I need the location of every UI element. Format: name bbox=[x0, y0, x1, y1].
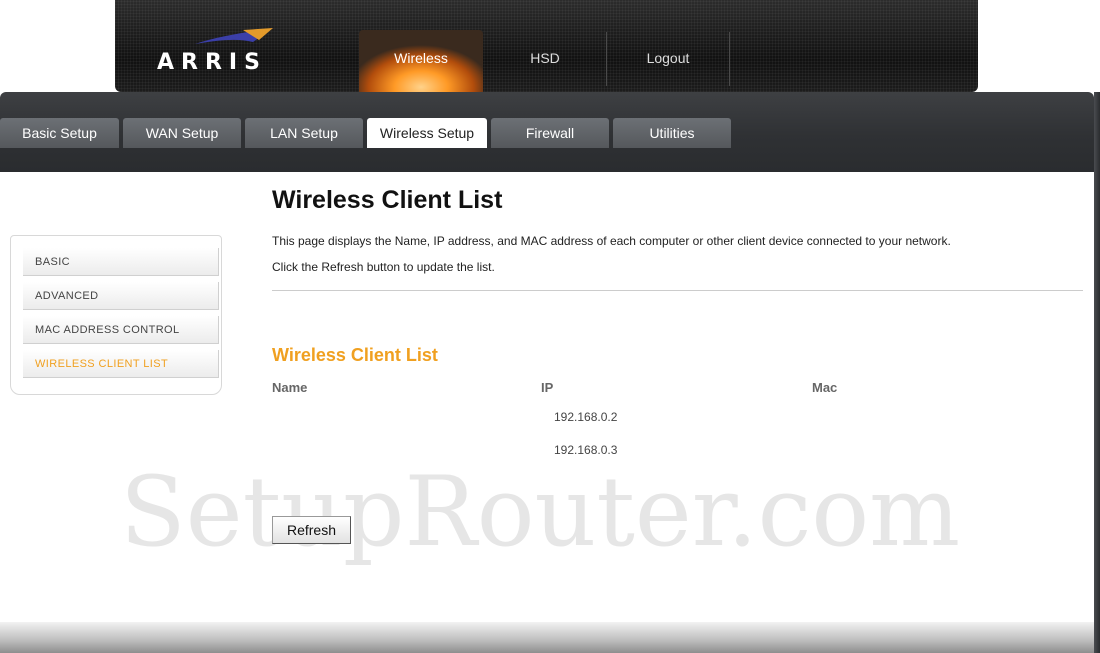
arris-logo: ARRIS bbox=[157, 26, 287, 76]
table-row-ip: 192.168.0.3 bbox=[554, 443, 618, 457]
tab-utilities[interactable]: Utilities bbox=[613, 118, 731, 148]
table-row-ip: 192.168.0.2 bbox=[554, 410, 618, 424]
tab-bar: Basic Setup WAN Setup LAN Setup Wireless… bbox=[0, 92, 1094, 172]
column-header-mac: Mac bbox=[812, 380, 838, 395]
page-description: This page displays the Name, IP address,… bbox=[272, 234, 951, 248]
top-nav-divider bbox=[729, 32, 730, 86]
column-header-ip: IP bbox=[541, 380, 554, 395]
watermark: SetupRouter.com bbox=[120, 456, 961, 568]
tab-lan-setup[interactable]: LAN Setup bbox=[245, 118, 363, 148]
top-nav-wireless[interactable]: Wireless bbox=[359, 30, 483, 92]
sidebar-item-wireless-client-list[interactable]: WIRELESS CLIENT LIST bbox=[23, 350, 219, 378]
tab-wireless-setup[interactable]: Wireless Setup bbox=[367, 118, 487, 148]
page-title: Wireless Client List bbox=[272, 186, 503, 214]
page-frame-edge bbox=[1094, 92, 1100, 653]
bottom-bar bbox=[0, 622, 1094, 653]
logo-swoosh-icon bbox=[195, 28, 273, 44]
page-description-refresh-hint: Click the Refresh button to update the l… bbox=[272, 260, 495, 274]
top-nav-logout[interactable]: Logout bbox=[607, 30, 729, 92]
tab-basic-setup[interactable]: Basic Setup bbox=[0, 118, 119, 148]
column-header-name: Name bbox=[272, 380, 308, 395]
sidebar-item-advanced[interactable]: ADVANCED bbox=[23, 282, 219, 310]
header-panel: ARRIS Wireless HSD Logout bbox=[115, 0, 978, 92]
section-title: Wireless Client List bbox=[272, 345, 438, 365]
sidebar-item-mac-address-control[interactable]: MAC ADDRESS CONTROL bbox=[23, 316, 219, 344]
top-nav-hsd[interactable]: HSD bbox=[485, 30, 605, 92]
top-banner: ARRIS Wireless HSD Logout bbox=[0, 0, 1100, 92]
tab-wan-setup[interactable]: WAN Setup bbox=[123, 118, 241, 148]
refresh-button[interactable]: Refresh bbox=[272, 516, 351, 544]
sidebar: BASIC ADVANCED MAC ADDRESS CONTROL WIREL… bbox=[10, 235, 222, 395]
tab-firewall[interactable]: Firewall bbox=[491, 118, 609, 148]
sidebar-item-basic[interactable]: BASIC bbox=[23, 248, 219, 276]
logo-text: ARRIS bbox=[157, 50, 267, 75]
section-divider bbox=[272, 290, 1083, 291]
